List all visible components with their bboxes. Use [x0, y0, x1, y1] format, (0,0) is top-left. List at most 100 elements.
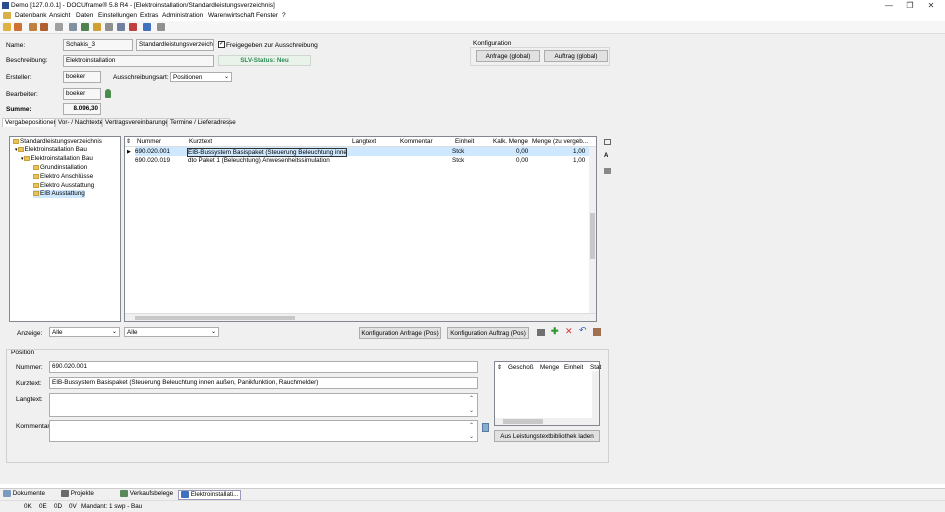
vertical-scrollbar[interactable] — [589, 147, 596, 313]
col-langtext[interactable]: Langtext — [352, 137, 376, 147]
mail-icon[interactable] — [117, 23, 125, 31]
sort-icon[interactable]: ⇕ — [126, 137, 131, 147]
export-icon[interactable] — [604, 168, 611, 174]
settings-icon[interactable] — [157, 23, 165, 31]
secondary-filter-select[interactable]: Alle ⌄ — [124, 327, 219, 337]
tender-type-select[interactable]: Positionen ⌄ — [170, 72, 232, 82]
tree-item-grundinstallation[interactable]: Grundinstallation — [33, 164, 87, 172]
task-dokumente[interactable]: Dokumente — [3, 490, 45, 498]
col-nummer[interactable]: Nummer — [137, 137, 161, 147]
user-icon[interactable] — [105, 89, 111, 98]
task-verkaufsbelege[interactable]: Verkaufsbelege — [120, 490, 173, 498]
project-icon — [61, 490, 69, 497]
tab-vertragsvereinbarungen[interactable]: Vertragsvereinbarungen — [102, 118, 172, 127]
order-global-button[interactable]: Auftrag (global) — [544, 50, 608, 62]
tender-type-label: Ausschreibungsart: — [113, 74, 169, 81]
subcol-einheit[interactable]: Einheit — [564, 364, 583, 372]
config-request-pos-button[interactable]: Konfiguration Anfrage (Pos) — [359, 327, 441, 339]
pos-short-field[interactable]: EIB-Bussystem Basispaket (Steuerung Bele… — [49, 377, 478, 389]
subgrid-vscroll[interactable] — [592, 371, 599, 425]
tree-item-ausstattung[interactable]: Elektro Ausstattung — [33, 182, 94, 190]
menu-daten[interactable]: Daten — [76, 12, 93, 19]
edit-icon[interactable] — [593, 328, 601, 336]
library-icon[interactable] — [482, 423, 489, 432]
menu-extras[interactable]: Extras — [140, 12, 158, 19]
subcol-menge[interactable]: Menge — [540, 364, 559, 372]
pos-number-field[interactable]: 690.020.001 — [49, 361, 478, 373]
menu-ansicht[interactable]: Ansicht — [49, 12, 70, 19]
new-icon[interactable] — [3, 23, 11, 31]
hscroll-thumb[interactable] — [503, 419, 543, 424]
scroll-up-icon[interactable]: ⌃ — [469, 395, 474, 403]
subgrid-hscroll[interactable] — [495, 418, 592, 425]
tree-item-level1[interactable]: ▾ Elektroinstallation Bau — [15, 146, 87, 154]
col-einheit[interactable]: Einheit — [455, 137, 474, 147]
undo-icon[interactable]: ↶ — [579, 326, 587, 335]
scroll-down-icon[interactable]: ⌄ — [469, 433, 474, 441]
cut-icon[interactable] — [29, 23, 37, 31]
add-icon[interactable]: ✚ — [551, 327, 559, 336]
tender-type-value: Positionen — [173, 74, 203, 81]
print-icon[interactable] — [537, 329, 545, 336]
folder-icon[interactable] — [93, 23, 101, 31]
name-field[interactable]: Schakis_3 — [63, 39, 133, 51]
copy-icon[interactable] — [40, 23, 48, 31]
type-field[interactable]: Standardleistungsverzeichnis — [136, 39, 214, 51]
menu-administration[interactable]: Administration — [162, 12, 203, 19]
col-menge[interactable]: Menge (zu vergeb... — [532, 137, 588, 147]
subcol-geschoss[interactable]: Geschoß — [508, 364, 534, 372]
col-kommentar[interactable]: Kommentar — [400, 137, 433, 147]
pos-comment-label: Kommentar: — [16, 423, 52, 430]
tab-vergabepositionen[interactable]: Vergabepositionen — [2, 118, 57, 127]
load-from-library-button[interactable]: Aus Leistungstextbibliothek laden — [494, 430, 600, 442]
cell-unit: Stck — [452, 148, 465, 155]
tree-item-root[interactable]: Standardleistungsverzeichnis — [13, 138, 102, 146]
subcol-stat[interactable]: Stat — [590, 364, 601, 372]
close-button[interactable]: ✕ — [917, 0, 945, 11]
menu-einstellungen[interactable]: Einstellungen — [98, 12, 137, 19]
col-kalk-menge[interactable]: Kalk. Menge — [493, 137, 528, 147]
menu-datenbank[interactable]: Datenbank — [15, 12, 46, 19]
info-icon[interactable] — [143, 23, 151, 31]
creator-field[interactable]: boeker — [63, 71, 101, 83]
print-icon[interactable] — [69, 23, 77, 31]
attach-icon[interactable] — [105, 23, 113, 31]
sort-icon[interactable]: ⇕ — [497, 364, 502, 372]
calendar-icon[interactable] — [129, 23, 137, 31]
editor-field[interactable]: boeker — [63, 88, 101, 100]
display-label: Anzeige: — [17, 330, 43, 337]
col-kurztext[interactable]: Kurztext — [189, 137, 212, 147]
folder-icon — [33, 164, 39, 170]
pos-comment-field[interactable] — [49, 420, 478, 442]
font-icon[interactable]: A — [604, 153, 608, 159]
scroll-up-icon[interactable]: ⌃ — [469, 422, 474, 430]
menu-warenwirtschaft[interactable]: Warenwirtschaft — [208, 12, 254, 19]
task-elektroinstallation[interactable]: Elektroinstallati... — [178, 490, 242, 501]
cell-number: 690.020.001 — [135, 148, 171, 155]
link-icon[interactable] — [55, 23, 63, 31]
name-label: Name: — [6, 42, 26, 49]
config-order-pos-button[interactable]: Konfiguration Auftrag (Pos) — [447, 327, 529, 339]
task-projekte[interactable]: Projekte — [61, 490, 94, 498]
tree-item-level2[interactable]: ▾ Elektroinstallation Bau — [21, 155, 93, 163]
menu-help[interactable]: ? — [282, 12, 286, 19]
request-global-button[interactable]: Anfrage (global) — [476, 50, 540, 62]
description-field[interactable]: Elektroinstallation — [63, 55, 214, 67]
delete-icon[interactable]: ✕ — [565, 327, 573, 336]
horizontal-scrollbar[interactable] — [125, 313, 596, 321]
pos-long-field[interactable] — [49, 393, 478, 417]
tree-item-eib-ausstattung[interactable]: EIB Ausstattung — [33, 190, 85, 198]
scroll-thumb[interactable] — [590, 213, 595, 259]
open-icon[interactable] — [14, 23, 22, 31]
cell-short[interactable]: EIB-Bussystem Basispaket (Steuerung Bele… — [187, 148, 347, 157]
list-icon[interactable] — [81, 23, 89, 31]
tab-termine-lieferadresse[interactable]: Termine / Lieferadresse — [167, 118, 236, 127]
scroll-down-icon[interactable]: ⌄ — [469, 407, 474, 415]
columns-icon[interactable] — [604, 139, 611, 145]
menu-fenster[interactable]: Fenster — [256, 12, 278, 19]
hscroll-thumb[interactable] — [135, 316, 295, 320]
tree-item-anschluesse[interactable]: Elektro Anschlüsse — [33, 173, 93, 181]
tab-vor-nachtexte[interactable]: Vor- / Nachtexte — [55, 118, 103, 127]
display-filter-select[interactable]: Alle ⌄ — [49, 327, 120, 337]
published-checkbox[interactable]: ✓ — [218, 41, 225, 48]
